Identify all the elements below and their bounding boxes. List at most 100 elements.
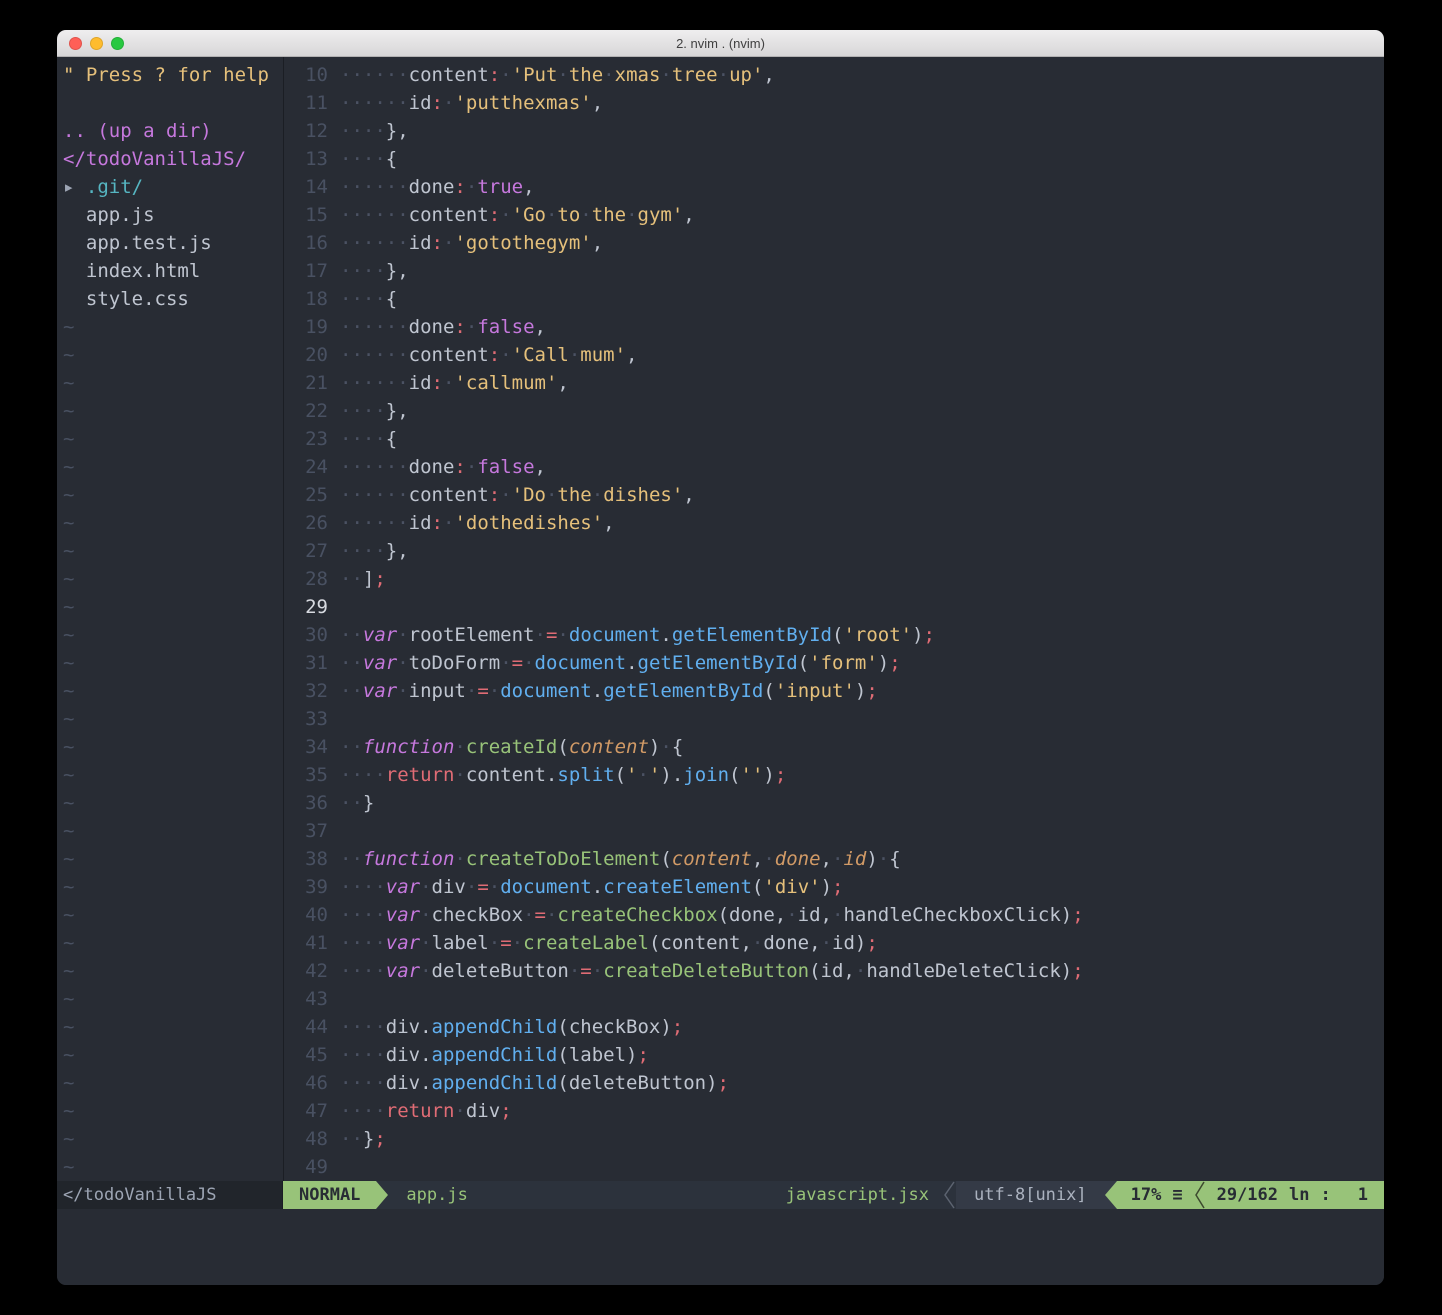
window-title: 2. nvim . (nvim) — [57, 36, 1384, 51]
code-text: ······id:·'callmum', — [340, 369, 569, 397]
code-line[interactable]: 20······content:·'Call·mum', — [284, 341, 1384, 369]
code-line[interactable]: 38··function·createToDoElement(content,·… — [284, 845, 1384, 873]
tree-item-style-css[interactable]: style.css — [63, 285, 283, 313]
line-number: 29 — [284, 593, 328, 621]
cursor-position: 29/162 — [1217, 1181, 1278, 1209]
code-line[interactable]: 30··var·rootElement·=·document.getElemen… — [284, 621, 1384, 649]
nontext-tilde: ~ — [63, 929, 283, 957]
code-line[interactable]: 17 ····}, — [284, 257, 1384, 285]
tree-item-app-js[interactable]: app.js — [63, 201, 283, 229]
line-number: 17 — [284, 257, 328, 285]
code-text: ····var·div·=·document.createElement('di… — [340, 873, 843, 901]
code-text: ··function·createId(content)·{ — [340, 733, 683, 761]
line-number: 35 — [284, 761, 328, 789]
code-line[interactable]: 47····return·div; — [284, 1097, 1384, 1125]
minimize-button[interactable] — [90, 37, 103, 50]
line-number: 32 — [284, 677, 328, 705]
line-number: 15 — [284, 201, 328, 229]
code-line[interactable]: 49 — [284, 1153, 1384, 1181]
nontext-tilde: ~ — [63, 761, 283, 789]
code-line[interactable]: 28··]; — [284, 565, 1384, 593]
nontext-tilde: ~ — [63, 425, 283, 453]
code-line[interactable]: 45 ····div.appendChild(label); — [284, 1041, 1384, 1069]
line-number: 25 — [284, 481, 328, 509]
code-text: ····{ — [340, 145, 397, 173]
tree-item-git-dir[interactable]: ▸ .git/ — [63, 173, 283, 201]
code-line[interactable]: 29 — [284, 593, 1384, 621]
code-text: ······done:·false, — [340, 453, 546, 481]
code-line[interactable]: 15······content:·'Go·to·the·gym', — [284, 201, 1384, 229]
nontext-tilde: ~ — [63, 1041, 283, 1069]
titlebar[interactable]: 2. nvim . (nvim) — [57, 30, 1384, 57]
code-line[interactable]: 13····{ — [284, 145, 1384, 173]
code-line[interactable]: 40····var·checkBox·=·createCheckbox(done… — [284, 901, 1384, 929]
code-line[interactable]: 32··var·input·=·document.getElementById(… — [284, 677, 1384, 705]
code-line[interactable]: 43 — [284, 985, 1384, 1013]
code-line[interactable]: 14······done:·true, — [284, 173, 1384, 201]
code-text: ····}, — [340, 257, 409, 285]
code-line[interactable]: 22····}, — [284, 397, 1384, 425]
line-number: 42 — [284, 957, 328, 985]
tree-blank-row — [63, 89, 283, 117]
code-text: ····var·deleteButton·=·createDeleteButto… — [340, 957, 1084, 985]
line-number: 43 — [284, 985, 328, 1013]
code-line[interactable]: 26······id:·'dothedishes', — [284, 509, 1384, 537]
code-line[interactable]: 23 ····{ — [284, 425, 1384, 453]
code-line[interactable]: 24······done:·false, — [284, 453, 1384, 481]
nontext-tilde: ~ — [63, 985, 283, 1013]
command-line[interactable] — [57, 1209, 1384, 1285]
terminal-window: 2. nvim . (nvim) " Press ? for help.. (u… — [57, 30, 1384, 1285]
line-number: 37 — [284, 817, 328, 845]
tree-item-app-test-js[interactable]: app.test.js — [63, 229, 283, 257]
close-button[interactable] — [69, 37, 82, 50]
code-line[interactable]: 48··}; — [284, 1125, 1384, 1153]
nontext-tilde: ~ — [63, 789, 283, 817]
tree-item-index-html[interactable]: index.html — [63, 257, 283, 285]
tree-root-path[interactable]: </todoVanillaJS/ — [63, 145, 283, 173]
tree-item-up-dir[interactable]: .. (up a dir) — [63, 117, 283, 145]
line-number: 27 — [284, 537, 328, 565]
code-text: ··var·toDoForm·=·document.getElementById… — [340, 649, 901, 677]
line-number: 23 — [284, 425, 328, 453]
line-number: 31 — [284, 649, 328, 677]
code-line[interactable]: 16······id:·'gotothegym', — [284, 229, 1384, 257]
code-line[interactable]: 44····div.appendChild(checkBox); — [284, 1013, 1384, 1041]
code-text: ··]; — [340, 565, 386, 593]
code-line[interactable]: 39····var·div·=·document.createElement('… — [284, 873, 1384, 901]
position-colon: : — [1321, 1181, 1331, 1209]
line-number: 33 — [284, 705, 328, 733]
nontext-tilde: ~ — [63, 341, 283, 369]
nerdtree-pane[interactable]: " Press ? for help.. (up a dir)</todoVan… — [57, 57, 283, 1181]
code-line[interactable]: 36··} — [284, 789, 1384, 817]
code-line[interactable]: 37 — [284, 817, 1384, 845]
zoom-button[interactable] — [111, 37, 124, 50]
code-line[interactable]: 31 ··var·toDoForm·=·document.getElementBy… — [284, 649, 1384, 677]
nontext-tilde: ~ — [63, 845, 283, 873]
line-number: 40 — [284, 901, 328, 929]
code-line[interactable]: 35····return·content.split('·').join('')… — [284, 761, 1384, 789]
code-line[interactable]: 12····}, — [284, 117, 1384, 145]
code-text: ······content:·'Do·the·dishes', — [340, 481, 695, 509]
scroll-percent: 17% — [1131, 1181, 1162, 1209]
line-number: 47 — [284, 1097, 328, 1125]
line-number: 45 — [284, 1041, 328, 1069]
code-line[interactable]: 27····}, — [284, 537, 1384, 565]
code-line[interactable]: 42 ····var·deleteButton·=·createDeleteBut… — [284, 957, 1384, 985]
code-line[interactable]: 19······done:·false, — [284, 313, 1384, 341]
code-line[interactable]: 25 ······content:·'Do·the·dishes', — [284, 481, 1384, 509]
code-line[interactable]: 18····{ — [284, 285, 1384, 313]
editor-pane[interactable]: 10······content:·'Put·the·xmas·tree·up',… — [283, 57, 1384, 1181]
line-number: 48 — [284, 1125, 328, 1153]
code-line[interactable]: 34··function·createId(content)·{ — [284, 733, 1384, 761]
code-line[interactable]: 21 ······id:·'callmum', — [284, 369, 1384, 397]
code-line[interactable]: 11······id:·'putthexmas', — [284, 89, 1384, 117]
code-line[interactable]: 41····var·label·=·createLabel(content,·d… — [284, 929, 1384, 957]
code-line[interactable]: 10······content:·'Put·the·xmas·tree·up', — [284, 61, 1384, 89]
code-line[interactable]: 46····div.appendChild(deleteButton); — [284, 1069, 1384, 1097]
nontext-tilde: ~ — [63, 1125, 283, 1153]
line-number: 21 — [284, 369, 328, 397]
code-line[interactable]: 33 — [284, 705, 1384, 733]
code-text: ····div.appendChild(label); — [340, 1041, 649, 1069]
code-text: ····{ — [340, 425, 397, 453]
statusline-filetype: javascript.jsx — [772, 1181, 943, 1209]
